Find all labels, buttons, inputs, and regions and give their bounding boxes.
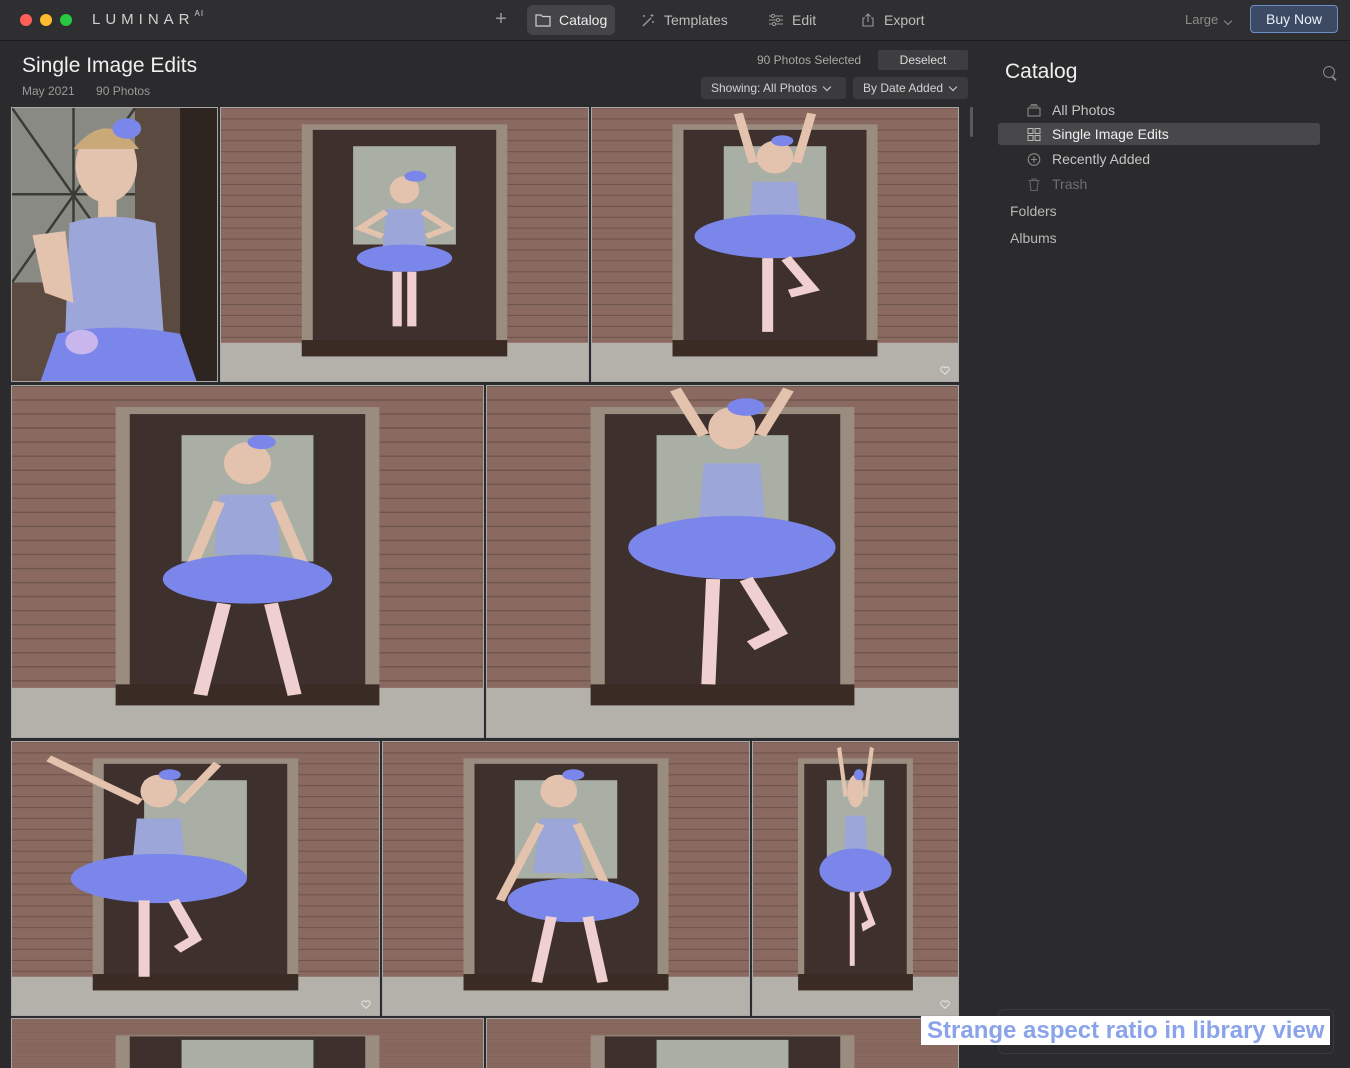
- photo-thumbnail[interactable]: [11, 385, 484, 738]
- sidebar-albums[interactable]: Albums: [1010, 230, 1057, 246]
- tab-catalog[interactable]: Catalog: [527, 5, 616, 35]
- chevron-down-icon: [822, 82, 832, 91]
- buy-now-button[interactable]: Buy Now: [1250, 5, 1338, 33]
- chevron-down-icon: [948, 82, 958, 91]
- sidebar-item-single-image-edits[interactable]: Single Image Edits: [998, 123, 1320, 145]
- grid-scrollbar[interactable]: [970, 107, 973, 137]
- album-count: 90 Photos: [96, 84, 151, 98]
- heart-icon[interactable]: [940, 366, 950, 375]
- heart-icon[interactable]: [940, 1000, 950, 1009]
- folder-icon: [535, 13, 551, 27]
- catalog-sidebar: Catalog All Photos Single Image Edits Re…: [985, 41, 1350, 1068]
- tab-export[interactable]: Export: [852, 5, 932, 35]
- window-close-button[interactable]: [20, 14, 32, 26]
- selection-count: 90 Photos Selected: [757, 53, 862, 67]
- deselect-button[interactable]: Deselect: [878, 50, 968, 70]
- add-photos-button[interactable]: +: [491, 8, 511, 30]
- heart-icon[interactable]: [361, 1000, 371, 1009]
- chevron-down-icon: [1224, 16, 1233, 26]
- sidebar-item-recently-added[interactable]: Recently Added: [998, 148, 1320, 170]
- album-date: May 2021: [22, 84, 75, 98]
- page-title: Single Image Edits: [22, 54, 198, 77]
- sort-dropdown[interactable]: By Date Added: [853, 77, 968, 99]
- search-icon[interactable]: [1323, 66, 1335, 78]
- overlay-caption: Strange aspect ratio in library view: [921, 1016, 1331, 1045]
- photo-thumbnail[interactable]: [382, 741, 750, 1016]
- all-photos-icon: [1027, 103, 1041, 117]
- sidebar-item-trash[interactable]: Trash: [998, 173, 1320, 195]
- title-bar: LUMINARAI + Catalog Templates Edit Expor…: [0, 0, 1350, 41]
- tab-edit[interactable]: Edit: [760, 5, 824, 35]
- photo-grid[interactable]: [10, 107, 960, 1068]
- grid-icon: [1027, 127, 1041, 141]
- photo-thumbnail[interactable]: [220, 107, 589, 382]
- photo-thumbnail[interactable]: [752, 741, 959, 1016]
- album-meta: May 2021 90 Photos: [22, 84, 168, 98]
- photo-thumbnail[interactable]: [11, 741, 380, 1016]
- showing-filter-dropdown[interactable]: Showing: All Photos: [701, 77, 846, 99]
- window-minimize-button[interactable]: [40, 14, 52, 26]
- sidebar-title: Catalog: [1005, 60, 1078, 83]
- photo-thumbnail[interactable]: [11, 1018, 484, 1068]
- photo-thumbnail[interactable]: [486, 1018, 959, 1068]
- sliders-icon: [768, 13, 784, 27]
- sidebar-folders[interactable]: Folders: [1010, 203, 1057, 219]
- share-icon: [860, 13, 876, 27]
- plus-circle-icon: [1027, 152, 1041, 166]
- trash-icon: [1027, 177, 1041, 191]
- thumbnail-size-select[interactable]: Large: [1185, 12, 1233, 27]
- photo-thumbnail[interactable]: [591, 107, 959, 382]
- magic-wand-icon: [640, 13, 656, 27]
- tab-templates[interactable]: Templates: [632, 5, 736, 35]
- app-logo: LUMINARAI: [92, 9, 205, 28]
- photo-thumbnail[interactable]: [11, 107, 218, 382]
- photo-thumbnail[interactable]: [486, 385, 959, 738]
- sidebar-item-all-photos[interactable]: All Photos: [998, 99, 1320, 121]
- window-zoom-button[interactable]: [60, 14, 72, 26]
